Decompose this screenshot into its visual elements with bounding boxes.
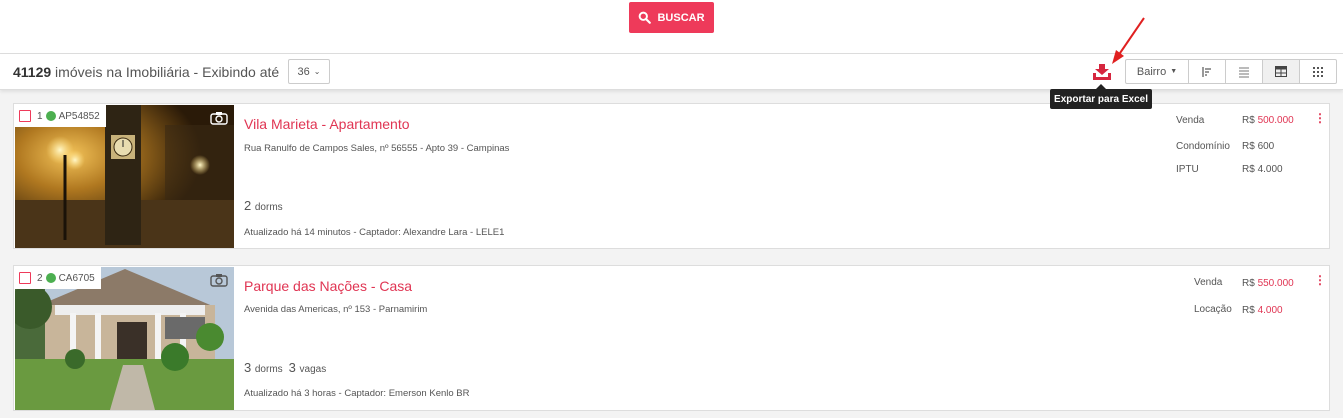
dorms-count: 2 dorms: [244, 198, 283, 213]
price-value: R$ 550.000: [1242, 278, 1294, 289]
per-page-select[interactable]: 36 ⌄: [288, 59, 330, 84]
camera-icon[interactable]: [210, 111, 228, 125]
per-page-value: 36: [297, 65, 310, 78]
price-currency: R$: [1242, 164, 1258, 175]
caret-down-icon: ▼: [1170, 68, 1178, 75]
listing-card[interactable]: 2 CA6705 Parque das Nações - Casa Avenid…: [13, 265, 1330, 411]
dorms-label: dorms: [254, 364, 283, 375]
results-count: 41129: [13, 64, 52, 80]
export-tooltip: Exportar para Excel: [1050, 84, 1152, 109]
list-view-button[interactable]: [1225, 59, 1263, 84]
results-count-text: 41129 imóveis na Imobiliária - Exibindo …: [13, 64, 279, 80]
grid-view-button[interactable]: [1299, 59, 1337, 84]
status-dot: [45, 273, 56, 283]
results-count-suffix: imóveis na Imobiliária - Exibindo até: [51, 64, 280, 80]
listing-index: 2: [37, 272, 43, 284]
sort-order-icon: [1202, 66, 1211, 77]
listing-index: 1: [37, 110, 43, 122]
listing-card[interactable]: 1 AP54852 Vila Marieta - Apartamento Rua…: [13, 103, 1330, 249]
price-value: R$ 4.000: [1242, 305, 1283, 316]
dorms-label: dorms: [254, 202, 283, 213]
sort-order-button[interactable]: [1188, 59, 1226, 84]
view-options: Bairro ▼: [1125, 59, 1337, 84]
listing-features: 3 dorms 3 vagas: [244, 360, 326, 375]
listing-id-badge: 2 CA6705: [15, 267, 101, 289]
price-label: IPTU: [1176, 164, 1199, 175]
listing-updated: Atualizado há 14 minutos - Captador: Ale…: [244, 227, 505, 238]
price-currency: R$: [1242, 278, 1258, 289]
price-value: R$ 500.000: [1242, 115, 1294, 126]
listing-address: Avenida das Americas, nº 153 - Parnamiri…: [244, 304, 428, 315]
price-amount: 4.000: [1257, 164, 1283, 175]
dorms-value: 2: [244, 198, 252, 213]
price-value: R$ 4.000: [1242, 164, 1283, 175]
vagas-label: vagas: [299, 364, 327, 375]
listing-id-badge: 1 AP54852: [15, 105, 106, 127]
select-checkbox[interactable]: [19, 110, 31, 122]
table-view-button[interactable]: [1262, 59, 1300, 84]
annotation-arrow: [1112, 17, 1145, 64]
search-icon: [639, 11, 652, 24]
search-button-label: BUSCAR: [657, 11, 705, 24]
price-label: Locação: [1194, 304, 1232, 315]
listing-title[interactable]: Parque das Nações - Casa: [244, 278, 412, 294]
price-currency: R$: [1242, 115, 1258, 126]
more-options-icon[interactable]: ⋮: [1314, 274, 1326, 286]
price-amount: 550.000: [1257, 278, 1294, 289]
camera-icon[interactable]: [210, 273, 228, 287]
select-checkbox[interactable]: [19, 272, 31, 284]
status-dot: [45, 111, 56, 121]
listing-updated: Atualizado há 3 horas - Captador: Emerso…: [244, 388, 470, 399]
grid-icon: [1313, 66, 1323, 77]
dorms-value: 3: [244, 360, 252, 375]
table-icon: [1275, 66, 1287, 77]
price-currency: R$: [1242, 141, 1258, 152]
price-label: Venda: [1194, 277, 1223, 288]
price-amount: 4.000: [1257, 305, 1283, 316]
listing-features: 2 dorms: [244, 198, 283, 213]
listing-title[interactable]: Vila Marieta - Apartamento: [244, 116, 410, 132]
price-label: Venda: [1176, 115, 1205, 126]
price-amount: 600: [1257, 141, 1275, 152]
sort-dropdown-label: Bairro: [1136, 65, 1167, 78]
list-icon: [1239, 67, 1249, 77]
more-options-icon[interactable]: ⋮: [1314, 112, 1326, 124]
price-label: Condomínio: [1176, 141, 1230, 152]
chevron-down-icon: ⌄: [313, 67, 321, 76]
listing-address: Rua Ranulfo de Campos Sales, nº 56555 - …: [244, 143, 510, 154]
vagas-count: 3 vagas: [289, 360, 327, 375]
export-excel-icon[interactable]: [1093, 64, 1111, 80]
dorms-count: 3 dorms: [244, 360, 283, 375]
price-value: R$ 600: [1242, 141, 1274, 152]
price-currency: R$: [1242, 305, 1258, 316]
listing-code: AP54852: [58, 110, 100, 122]
vagas-value: 3: [288, 360, 296, 375]
listing-code: CA6705: [58, 272, 95, 284]
search-button[interactable]: BUSCAR: [629, 2, 714, 33]
price-amount: 500.000: [1257, 115, 1294, 126]
